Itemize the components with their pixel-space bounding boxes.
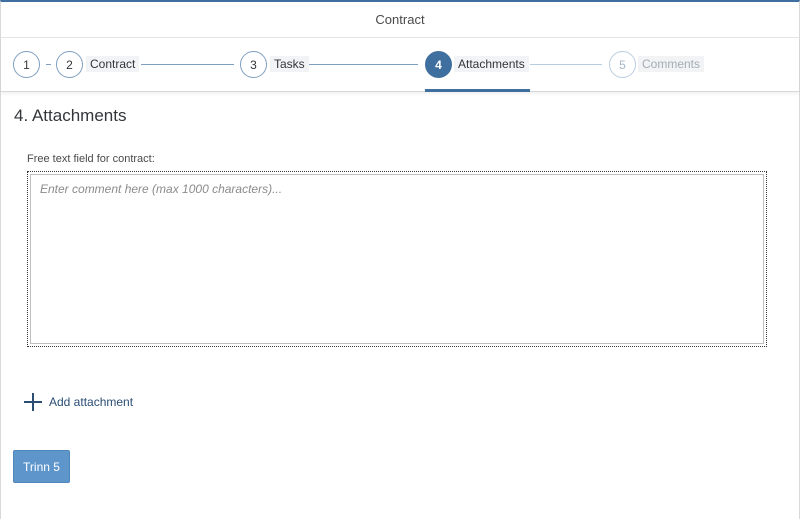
add-attachment-button[interactable]: Add attachment bbox=[24, 393, 133, 411]
active-step-indicator bbox=[425, 89, 530, 92]
comment-field-wrapper bbox=[27, 171, 767, 347]
contract-window: Contract 1 2 Contract 3 Tasks 4 Attachme… bbox=[0, 0, 800, 519]
window-title: Contract bbox=[375, 12, 425, 27]
wizard-step-1[interactable]: 1 bbox=[13, 51, 40, 78]
wizard-step-5: 5 bbox=[609, 51, 636, 78]
wizard-step-3-label[interactable]: Tasks bbox=[270, 56, 309, 72]
wizard-connector bbox=[141, 64, 234, 65]
wizard-step-4[interactable]: 4 bbox=[425, 51, 452, 78]
next-step-button[interactable]: Trinn 5 bbox=[13, 450, 70, 483]
wizard-step-5-label: Comments bbox=[638, 56, 705, 72]
page-title: 4. Attachments bbox=[14, 106, 127, 125]
wizard-step-2-label[interactable]: Contract bbox=[86, 56, 140, 72]
title-bar: Contract bbox=[1, 2, 799, 38]
wizard-progress-bar: 1 2 Contract 3 Tasks 4 Attachments 5 Com… bbox=[1, 38, 799, 92]
wizard-connector bbox=[530, 64, 602, 65]
plus-icon bbox=[24, 393, 42, 411]
wizard-connector bbox=[46, 64, 51, 65]
comment-textarea[interactable] bbox=[30, 174, 764, 344]
wizard-step-4-label[interactable]: Attachments bbox=[454, 56, 529, 72]
comment-field-label: Free text field for contract: bbox=[27, 153, 155, 165]
add-attachment-label: Add attachment bbox=[49, 395, 134, 409]
wizard-step-2[interactable]: 2 bbox=[56, 51, 83, 78]
wizard-connector bbox=[309, 64, 418, 65]
wizard-step-3[interactable]: 3 bbox=[240, 51, 267, 78]
